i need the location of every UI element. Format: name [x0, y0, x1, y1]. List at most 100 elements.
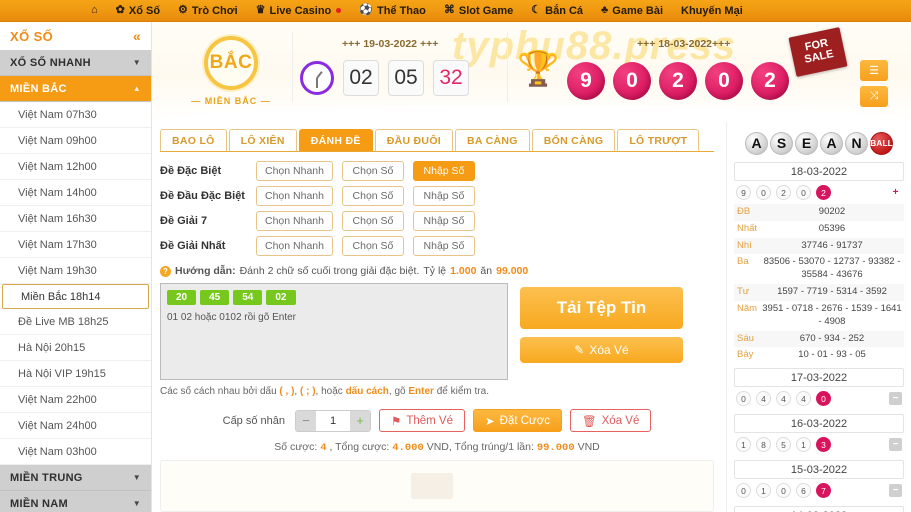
place-bet-button[interactable]: ➤ Đặt Cược	[473, 409, 563, 432]
stats-button[interactable]: ☰	[860, 60, 888, 81]
sidebar-group-mien-nam[interactable]: MIỀN NAM ▼	[0, 491, 151, 512]
sidebar-item-viet-nam-0900[interactable]: Việt Nam 09h00	[0, 128, 151, 154]
select-number-button[interactable]: Chọn Số	[341, 211, 404, 231]
sidebar-item-viet-nam-2400[interactable]: Việt Nam 24h00	[0, 413, 151, 439]
clock-icon	[300, 61, 334, 95]
number-tag[interactable]: 54	[233, 290, 263, 305]
result-ball: 0	[613, 62, 651, 100]
sidebar-item-viet-nam-0730[interactable]: Việt Nam 07h30	[0, 102, 151, 128]
trophy-icon: 🏆	[517, 50, 560, 88]
nav-item-card-game[interactable]: ♣ Game Bài	[592, 0, 672, 22]
number-tag[interactable]: 20	[167, 290, 197, 305]
result-date-bar[interactable]: 17-03-2022	[734, 368, 904, 388]
sidebar-item-viet-nam-1930[interactable]: Việt Nam 19h30	[0, 258, 151, 284]
multiplier-stepper[interactable]: − 1 +	[295, 409, 372, 432]
collapse-result-icon[interactable]: −	[889, 484, 902, 498]
result-date-bar[interactable]: 16-03-2022	[734, 414, 904, 434]
nav-item-lottery[interactable]: ✿ Xổ Số	[107, 0, 169, 22]
select-number-button[interactable]: Chọn Số	[341, 236, 404, 256]
nav-item-live-casino[interactable]: ♛ Live Casino	[247, 0, 351, 22]
sidebar-item-viet-nam-0300[interactable]: Việt Nam 03h00	[0, 439, 151, 465]
result-date-bar[interactable]: 15-03-2022	[734, 460, 904, 480]
results-panel: A S E A N BALL 18-03-2022 9 0 2 0 2 + ĐB…	[726, 122, 911, 512]
select-number-button[interactable]: Chọn Số	[341, 161, 404, 181]
sidebar-group-mien-bac[interactable]: MIỀN BẮC ▲	[0, 76, 151, 102]
enter-number-button[interactable]: Nhập Số	[412, 236, 475, 256]
sidebar-item-mien-bac-1814[interactable]: Miền Bắc 18h14	[2, 284, 149, 309]
editor-side-buttons: Tải Tệp Tin ✎ Xóa Vé	[520, 283, 683, 380]
bet-row-de-giai-nhat: Đề Giải Nhất Chọn Nhanh Chọn Số Nhập Số	[160, 234, 714, 258]
quick-pick-button[interactable]: Chọn Nhanh	[256, 161, 333, 181]
bet-type-tabs: BAO LÔ LÔ XIÊN ĐÁNH ĐỀ ĐẦU ĐUÔI BA CÀNG …	[160, 128, 714, 152]
number-tag[interactable]: 45	[200, 290, 230, 305]
sidebar-item-de-live-mb-1825[interactable]: Đề Live MB 18h25	[0, 309, 151, 335]
quick-pick-button[interactable]: Chọn Nhanh	[256, 236, 333, 256]
send-icon: ➤	[485, 415, 495, 428]
sidebar-item-ha-noi-2015[interactable]: Hà Nội 20h15	[0, 335, 151, 361]
tab-lo-truot[interactable]: LÔ TRƯỢT	[617, 129, 700, 151]
tab-bao-lo[interactable]: BAO LÔ	[160, 129, 227, 151]
nav-label-sports: Thể Thao	[376, 4, 426, 17]
multiplier-increase-button[interactable]: +	[350, 410, 371, 431]
quick-pick-button[interactable]: Chọn Nhanh	[256, 211, 333, 231]
top-navigation-bar: ⌂ ✿ Xổ Số ⚙ Trò Chơi ♛ Live Casino ⚽ Thể…	[0, 0, 911, 22]
result-digit: 0	[736, 391, 751, 407]
enter-number-button[interactable]: Nhập Số	[412, 161, 475, 181]
nav-item-promotions[interactable]: Khuyến Mại	[672, 0, 752, 22]
brand-letter: E	[795, 131, 818, 155]
result-digit: 6	[796, 483, 811, 499]
select-number-button[interactable]: Chọn Số	[341, 186, 404, 206]
tab-lo-xien[interactable]: LÔ XIÊN	[228, 129, 297, 151]
expand-result-icon[interactable]: +	[889, 186, 902, 199]
result-date: +++ 18-03-2022+++	[637, 38, 731, 50]
multiplier-decrease-button[interactable]: −	[296, 410, 317, 431]
tab-ba-cang[interactable]: BA CÀNG	[455, 129, 530, 151]
delete-ticket-button[interactable]: 🗑 Xóa Vé	[570, 409, 652, 432]
clear-ticket-button[interactable]: ✎ Xóa Vé	[520, 337, 683, 363]
bet-row-de-giai-7: Đề Giải 7 Chọn Nhanh Chọn Số Nhập Số	[160, 209, 714, 233]
sidebar-group-mien-trung[interactable]: MIỀN TRUNG ▼	[0, 465, 151, 491]
sidebar-item-viet-nam-2200[interactable]: Việt Nam 22h00	[0, 387, 151, 413]
nav-item-slot-game[interactable]: ⌘ Slot Game	[435, 0, 522, 22]
tab-danh-de[interactable]: ĐÁNH ĐỀ	[298, 129, 373, 151]
result-digit: 0	[756, 185, 771, 200]
chevron-down-icon: ▼	[132, 499, 141, 508]
bet-controls: Cấp số nhân − 1 + ⚑ Thêm Vé ➤ Đặt Cược 🗑…	[160, 409, 714, 432]
sidebar-item-viet-nam-1200[interactable]: Việt Nam 12h00	[0, 154, 151, 180]
nav-item-sports[interactable]: ⚽ Thể Thao	[350, 0, 435, 22]
win-value: 99.000	[496, 265, 529, 277]
upload-file-button[interactable]: Tải Tệp Tin	[520, 287, 683, 329]
sidebar-item-viet-nam-1730[interactable]: Việt Nam 17h30	[0, 232, 151, 258]
result-date-bar[interactable]: 14-03-2022	[734, 506, 904, 512]
sidebar-title: XỔ SỐ	[10, 28, 54, 44]
prize-value: 37746 - 91737	[801, 239, 863, 251]
summary-win: 99.000	[536, 442, 575, 454]
tab-dau-duoi[interactable]: ĐẦU ĐUÔI	[374, 129, 454, 151]
result-date-bar[interactable]: 18-03-2022	[734, 162, 904, 181]
cards-icon: ♣	[601, 4, 609, 16]
enter-number-button[interactable]: Nhập Số	[412, 211, 475, 231]
sidebar-item-viet-nam-1630[interactable]: Việt Nam 16h30	[0, 206, 151, 232]
shuffle-button[interactable]: ⤨	[860, 86, 888, 107]
multiplier-value[interactable]: 1	[316, 414, 351, 427]
collapse-sidebar-icon[interactable]: «	[133, 28, 141, 44]
result-ball-row: 9 0 2 0 2 +	[734, 181, 904, 204]
enter-number-button[interactable]: Nhập Số	[412, 186, 475, 206]
collapse-result-icon[interactable]: −	[889, 438, 902, 452]
sidebar-item-viet-nam-1400[interactable]: Việt Nam 14h00	[0, 180, 151, 206]
hint-part: Các số cách nhau bởi dấu	[160, 386, 277, 397]
add-ticket-button[interactable]: ⚑ Thêm Vé	[379, 409, 465, 432]
nav-item-fishing[interactable]: ☾ Bắn Cá	[522, 0, 592, 22]
ratio-label: Tỷ lệ	[423, 265, 447, 277]
slot-icon: ⌘	[443, 4, 455, 16]
summary-currency: VND,	[426, 441, 452, 453]
nav-item-games[interactable]: ⚙ Trò Chơi	[169, 0, 247, 22]
quick-pick-button[interactable]: Chọn Nhanh	[256, 186, 333, 206]
nav-item-home[interactable]: ⌂	[82, 0, 107, 22]
tab-bon-cang[interactable]: BỐN CÀNG	[531, 129, 616, 151]
number-input-editor[interactable]: 20 45 54 02 01 02 hoặc 0102 rồi gõ Enter	[160, 283, 508, 380]
number-tag[interactable]: 02	[266, 290, 296, 305]
collapse-result-icon[interactable]: −	[889, 392, 902, 406]
sidebar-group-xo-so-nhanh[interactable]: XỔ SỐ NHANH ▼	[0, 50, 151, 76]
sidebar-item-ha-noi-vip-1915[interactable]: Hà Nội VIP 19h15	[0, 361, 151, 387]
